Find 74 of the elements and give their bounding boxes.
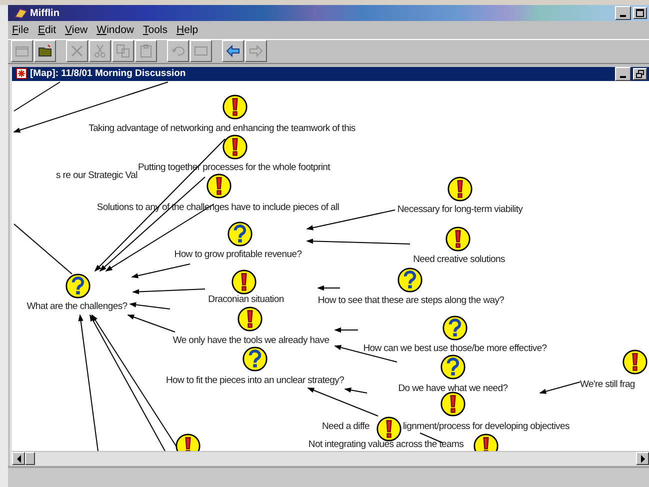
node-label[interactable]: Need creative solutions	[413, 254, 505, 265]
exclamation-icon[interactable]	[447, 176, 473, 202]
delete-icon	[69, 43, 85, 60]
connector-line	[14, 223, 72, 274]
node-label[interactable]: Taking advantage of networking and enhancing the teamwork of this	[88, 122, 356, 134]
node-label[interactable]: How to see that these are steps along the way?	[318, 294, 504, 306]
question-icon[interactable]	[242, 346, 268, 372]
node-label[interactable]: s re our Strategic Val	[56, 170, 138, 181]
minimize-button[interactable]	[615, 66, 631, 81]
node-label[interactable]: Necessary for long-term viability	[397, 204, 523, 215]
node-label[interactable]: How to grow profitable revenue?	[174, 248, 302, 260]
app-icon	[14, 7, 28, 20]
left-arrow-button[interactable]	[222, 40, 244, 62]
question-icon[interactable]	[65, 272, 91, 299]
node-label[interactable]: Draconian situation	[208, 294, 284, 305]
horizontal-scrollbar[interactable]	[12, 450, 649, 466]
minimize-button[interactable]	[615, 6, 631, 20]
maximize-icon	[636, 9, 644, 18]
exclamation-icon[interactable]	[222, 134, 248, 160]
scroll-left-icon	[16, 454, 22, 463]
connector-arrow	[317, 285, 340, 290]
menu-item[interactable]: Help	[176, 24, 198, 36]
cut-icon	[92, 43, 108, 60]
scroll-right-button[interactable]	[636, 452, 649, 466]
connector-arrow	[539, 381, 580, 394]
node-label[interactable]: Need a diffe	[322, 420, 370, 432]
map-window-title: [Map]: 11/8/01 Morning Discussion	[30, 68, 186, 80]
node-label[interactable]: We only have the tools we already have	[172, 334, 330, 346]
folder-icon	[37, 43, 53, 60]
menu-item[interactable]: Edit	[38, 24, 56, 36]
connector-arrow	[334, 327, 358, 332]
node-label[interactable]: Do we have what we need?	[398, 382, 508, 394]
node-label[interactable]: lignment/process for developing objectives	[403, 420, 570, 432]
map-icon	[16, 68, 27, 80]
node-label[interactable]: Not integrating values across the teams	[308, 438, 464, 450]
menu-item[interactable]: Window	[96, 24, 134, 36]
left-arrow-icon	[225, 43, 241, 60]
connector-line	[14, 81, 60, 112]
exclamation-icon[interactable]	[206, 172, 232, 199]
exclamation-icon[interactable]	[376, 416, 402, 442]
exclamation-icon[interactable]	[222, 94, 248, 120]
menu-item[interactable]: File	[12, 24, 29, 36]
folder-button[interactable]	[34, 40, 56, 62]
paste-icon	[138, 43, 154, 60]
restore-button[interactable]	[633, 68, 647, 80]
question-icon[interactable]	[440, 354, 466, 380]
node-label[interactable]: What are the challenges?	[26, 300, 128, 312]
question-icon[interactable]	[442, 314, 468, 341]
exclamation-icon[interactable]	[445, 226, 471, 252]
window-title: Mifflin	[30, 8, 60, 19]
copy-icon	[115, 43, 131, 60]
scroll-left-button[interactable]	[12, 452, 25, 466]
maximize-button[interactable]	[633, 7, 647, 20]
node-label[interactable]: How to fit the pieces into an unclear strategy?	[166, 374, 344, 386]
node-label[interactable]: We're still frag	[580, 378, 635, 390]
node-label[interactable]: How can we best use those/be more effective?	[363, 342, 547, 354]
restore-icon	[636, 70, 644, 78]
scroll-right-icon	[640, 454, 646, 463]
exclamation-icon[interactable]	[237, 306, 263, 332]
exclamation-icon[interactable]	[440, 390, 466, 417]
exclamation-icon[interactable]	[175, 432, 201, 451]
right-arrow-icon	[248, 43, 264, 60]
minimize-icon	[620, 15, 626, 18]
question-icon[interactable]	[397, 266, 423, 293]
connector-arrow	[334, 344, 398, 362]
minimize-icon	[620, 76, 626, 78]
question-icon[interactable]	[227, 220, 253, 247]
exclamation-icon[interactable]	[473, 432, 499, 451]
connector-arrow	[129, 302, 170, 310]
scroll-thumb[interactable]	[25, 452, 35, 466]
menu-item[interactable]: Tools	[143, 24, 168, 36]
exclamation-icon[interactable]	[231, 268, 257, 295]
exclamation-icon[interactable]	[622, 348, 648, 375]
menu-item[interactable]: View	[65, 24, 88, 36]
